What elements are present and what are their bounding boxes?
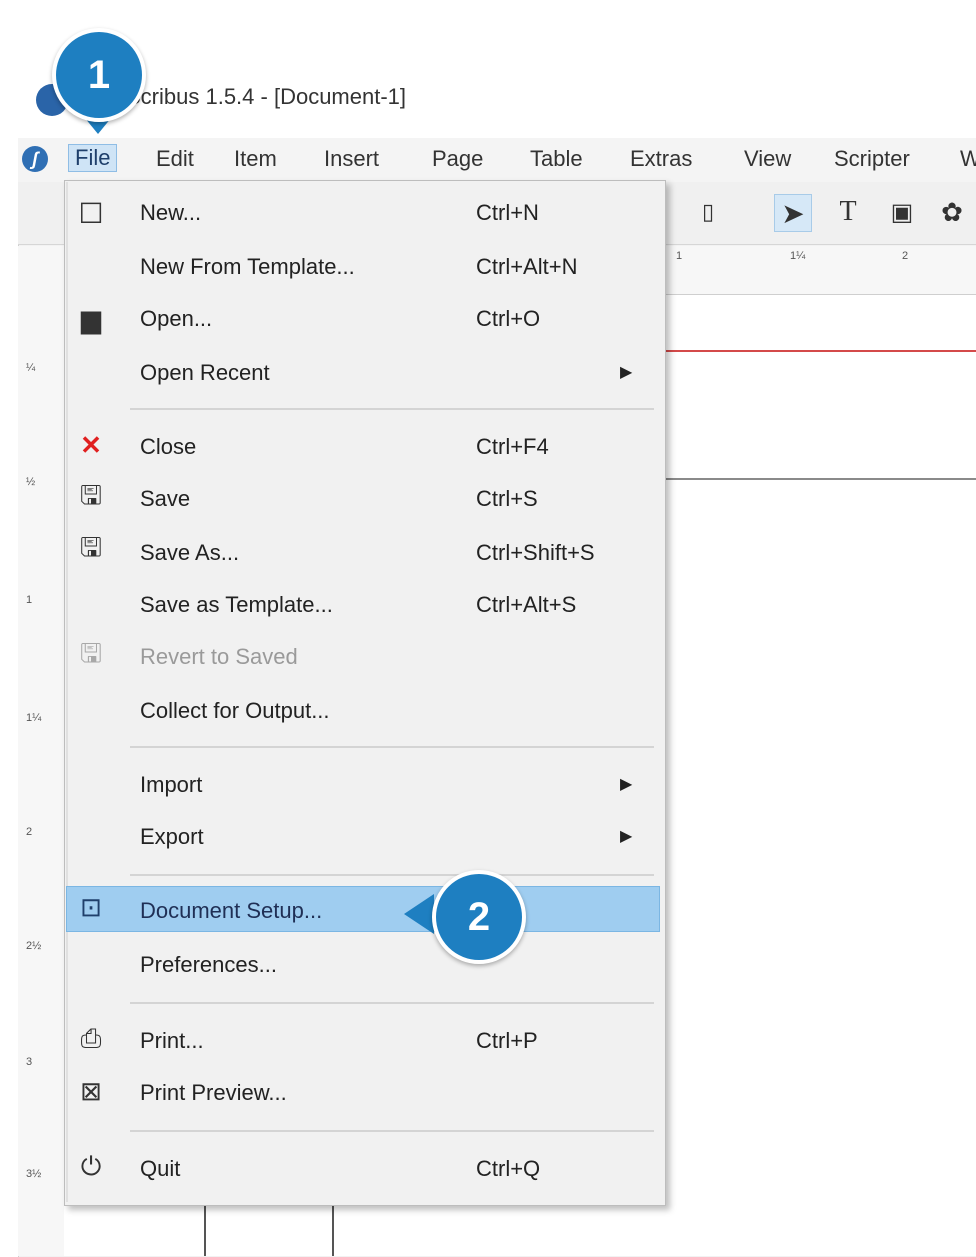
menu-separator [130, 408, 654, 410]
menu-item-label: Print... [140, 1028, 204, 1053]
ruler-left-label: ½ [26, 476, 36, 488]
ruler-left-label: 1 [26, 594, 33, 606]
menu-separator [130, 1002, 654, 1004]
print-preview-icon: ⊠ [80, 1075, 102, 1106]
menu-item-label: Save As... [140, 540, 240, 565]
menu-item-label: Collect for Output... [140, 698, 330, 723]
menu-extras[interactable]: Extras [630, 146, 692, 172]
menu-item-shortcut: Ctrl+Q [476, 1156, 541, 1181]
menu-item-label: New... [140, 200, 202, 225]
ruler-left-label: 3 [26, 1056, 33, 1068]
image-frame-icon[interactable]: ▣ [884, 194, 920, 230]
menu-item-shortcut: Ctrl+S [476, 486, 538, 511]
app-menu-icon[interactable]: ʃ [22, 146, 48, 172]
menu-separator [130, 746, 654, 748]
column-guide [332, 1200, 334, 1256]
menu-item-shortcut: Ctrl+N [476, 200, 539, 225]
step-1-callout: 1 [52, 28, 146, 122]
menu-scripter[interactable]: Scripter [834, 146, 910, 172]
page-icon[interactable]: ▯ [690, 194, 726, 230]
submenu-arrow-icon: ▶ [620, 776, 633, 793]
menu-item-label: Open Recent [140, 360, 270, 385]
menu-item-label: Save [140, 486, 191, 511]
shape-icon[interactable]: ✿ [934, 194, 970, 230]
printer-icon: ⎙ [80, 1023, 102, 1053]
menu-insert[interactable]: Insert [324, 146, 379, 172]
menu-page[interactable]: Page [432, 146, 483, 172]
ruler-left-label: 1¼ [26, 712, 42, 724]
column-guide [204, 1200, 206, 1256]
margin-guide [660, 350, 976, 352]
menu-item-label: New From Template... [140, 254, 355, 279]
menu-separator [130, 1130, 654, 1132]
ruler-left-label: ¼ [26, 362, 36, 374]
step-2-callout: 2 [432, 870, 526, 964]
text-frame-icon[interactable]: T [830, 194, 866, 230]
menu-item-label: Import [140, 772, 203, 797]
menu-edit[interactable]: Edit [156, 146, 194, 172]
page-guide [660, 478, 976, 480]
callout-pointer [404, 894, 434, 934]
ruler-top-label: 1¼ [790, 250, 806, 262]
menu-item-label: Document Setup... [140, 898, 323, 923]
vertical-ruler[interactable] [18, 246, 65, 1256]
document-setup-icon: ⊡ [80, 891, 102, 922]
menu-item-shortcut: Ctrl+O [476, 306, 541, 331]
menu-view[interactable]: View [744, 146, 791, 172]
select-arrow-icon[interactable]: ➤ [774, 194, 812, 232]
revert-icon: 🖫 [79, 638, 103, 668]
menu-item[interactable]: Item [234, 146, 277, 172]
folder-icon: ▆ [81, 303, 101, 334]
menu-item-label: Print Preview... [140, 1080, 287, 1105]
menu-item-shortcut: Ctrl+Alt+N [476, 254, 578, 279]
new-page-icon: ☐ [78, 197, 104, 229]
power-icon: ⏻ [80, 1151, 102, 1181]
ruler-left-label: 2 [26, 826, 33, 838]
close-icon: ✕ [80, 429, 102, 460]
menu-item-shortcut: Ctrl+P [476, 1028, 538, 1053]
menu-file[interactable]: File [68, 144, 118, 172]
menu-item-shortcut: Ctrl+F4 [476, 434, 549, 459]
window-title: Scribus 1.5.4 - [Document-1] [126, 84, 407, 109]
menu-item-label: Quit [140, 1156, 181, 1181]
save-as-icon: 🖫 [79, 532, 103, 562]
menu-item-shortcut: Ctrl+Alt+S [476, 592, 577, 617]
menu-item-label: Save as Template... [140, 592, 333, 617]
menu-item-label: Export [140, 824, 204, 849]
menu-item-label: Preferences... [140, 952, 277, 977]
ruler-left-label: 3½ [26, 1168, 42, 1180]
menu-windows[interactable]: W [960, 146, 976, 172]
menu-item-label: Open... [140, 306, 213, 331]
ruler-top-label: 2 [902, 250, 909, 262]
menu-item-label: Revert to Saved [140, 644, 298, 669]
menu-separator [130, 874, 654, 876]
save-icon: 🖫 [79, 480, 103, 510]
menu-table[interactable]: Table [530, 146, 583, 172]
menu-item-label: Close [140, 434, 197, 459]
submenu-arrow-icon: ▶ [620, 364, 633, 381]
ruler-top-label: 1 [676, 250, 683, 262]
submenu-arrow-icon: ▶ [620, 828, 633, 845]
menu-item-shortcut: Ctrl+Shift+S [476, 540, 595, 565]
ruler-left-label: 2½ [26, 940, 42, 952]
